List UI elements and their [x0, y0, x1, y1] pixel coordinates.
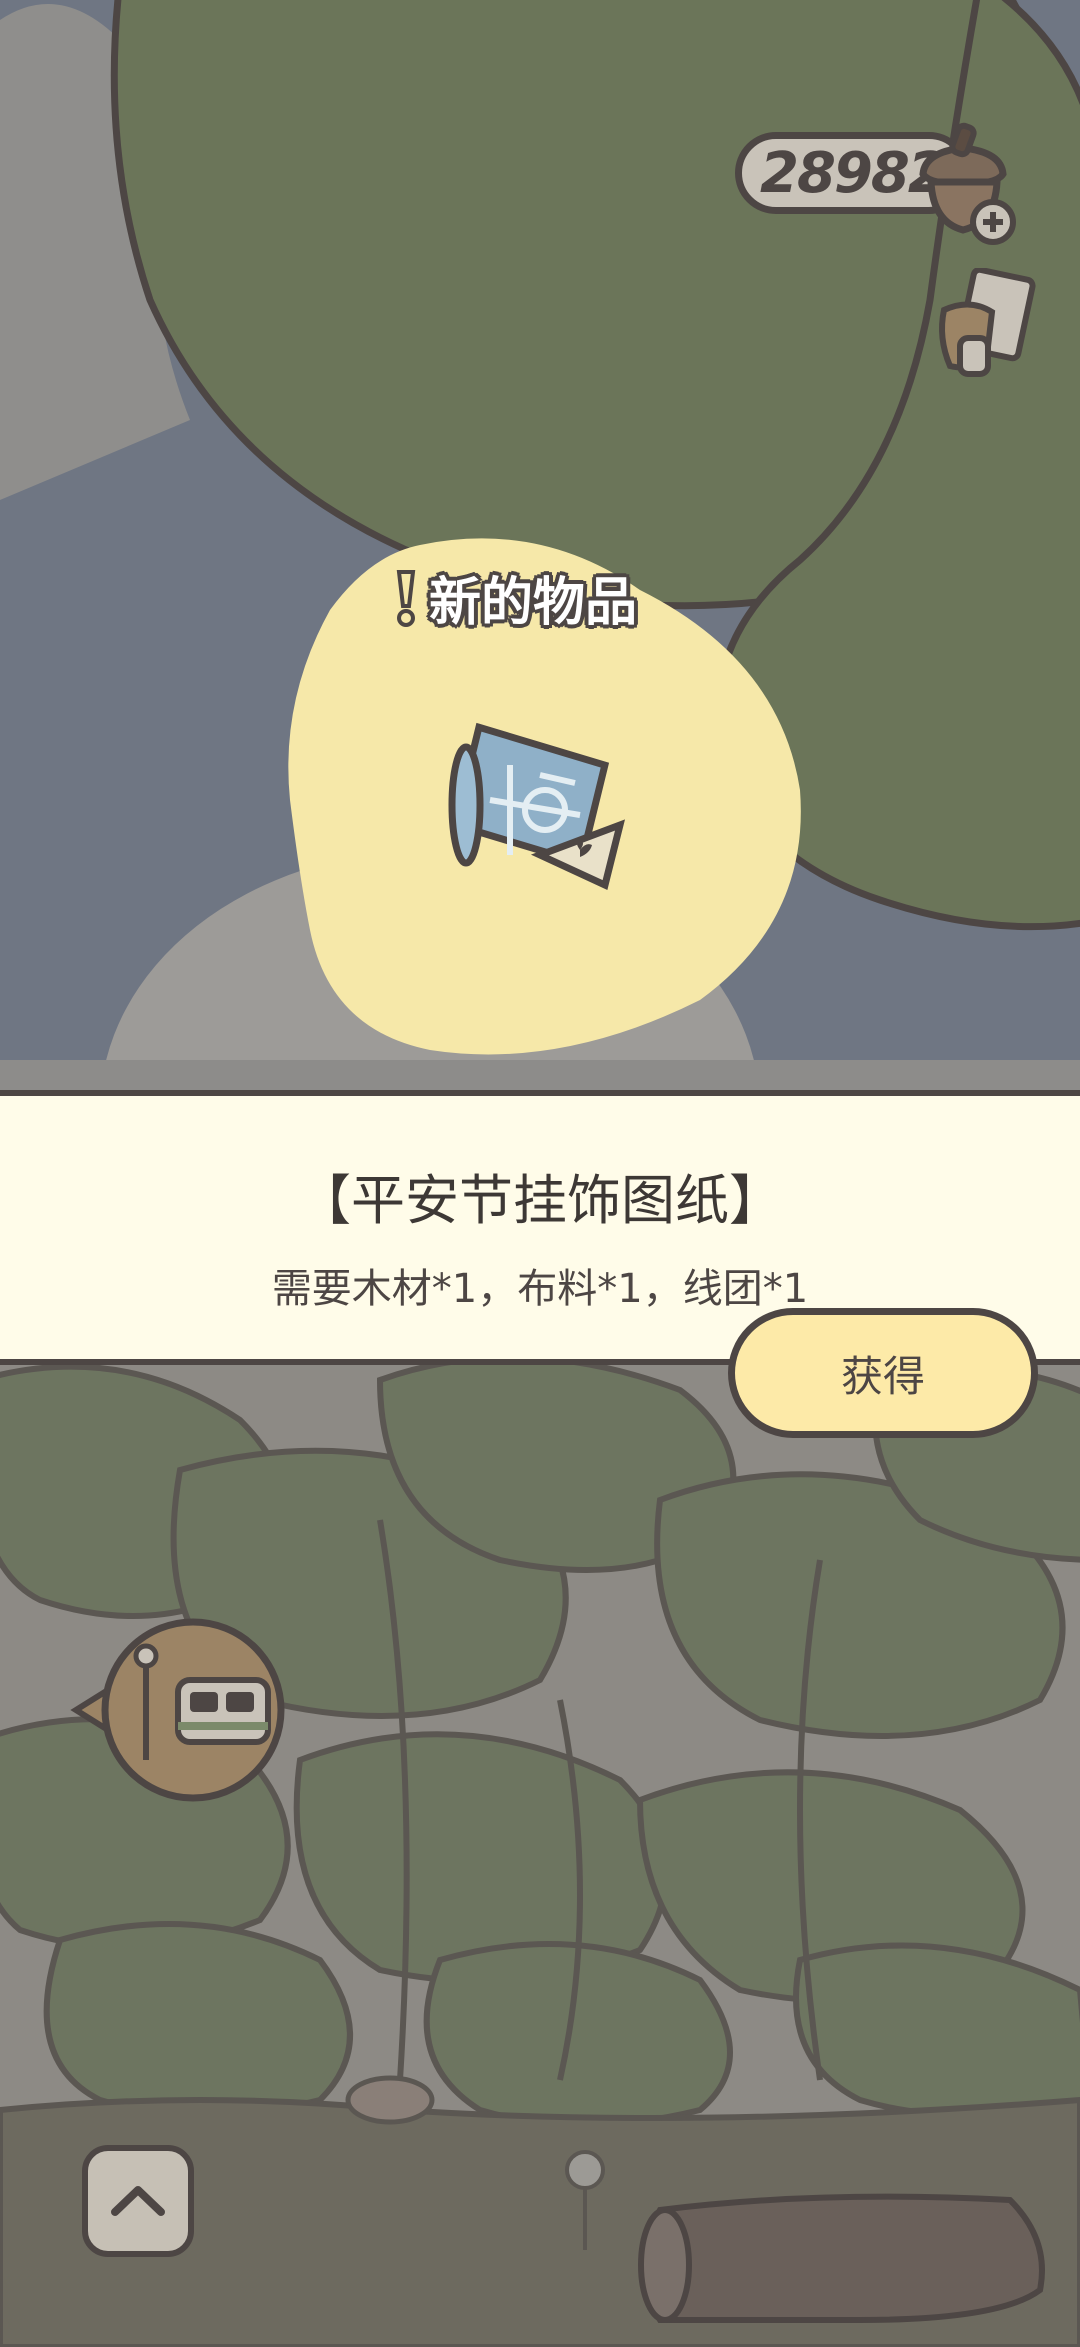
new-item-label: 新的物品 [429, 573, 638, 633]
acorn-icon[interactable] [905, 112, 1025, 252]
get-button-label: 获得 [840, 1351, 925, 1401]
scroll-up-button[interactable] [82, 2145, 194, 2257]
chevron-up-icon [111, 2186, 165, 2216]
exclamation-icon [396, 569, 416, 627]
note-icon[interactable] [930, 268, 1040, 388]
bus-stop-icon[interactable] [68, 1610, 288, 1805]
get-button[interactable]: 获得 [728, 1308, 1038, 1438]
item-name: 【平安节挂饰图纸】 [297, 1169, 783, 1232]
blueprint-icon[interactable] [440, 705, 640, 905]
new-item-badge: 新的物品 [395, 560, 637, 635]
item-requirements: 需要木材*1，布料*1，线团*1 [271, 1266, 809, 1312]
